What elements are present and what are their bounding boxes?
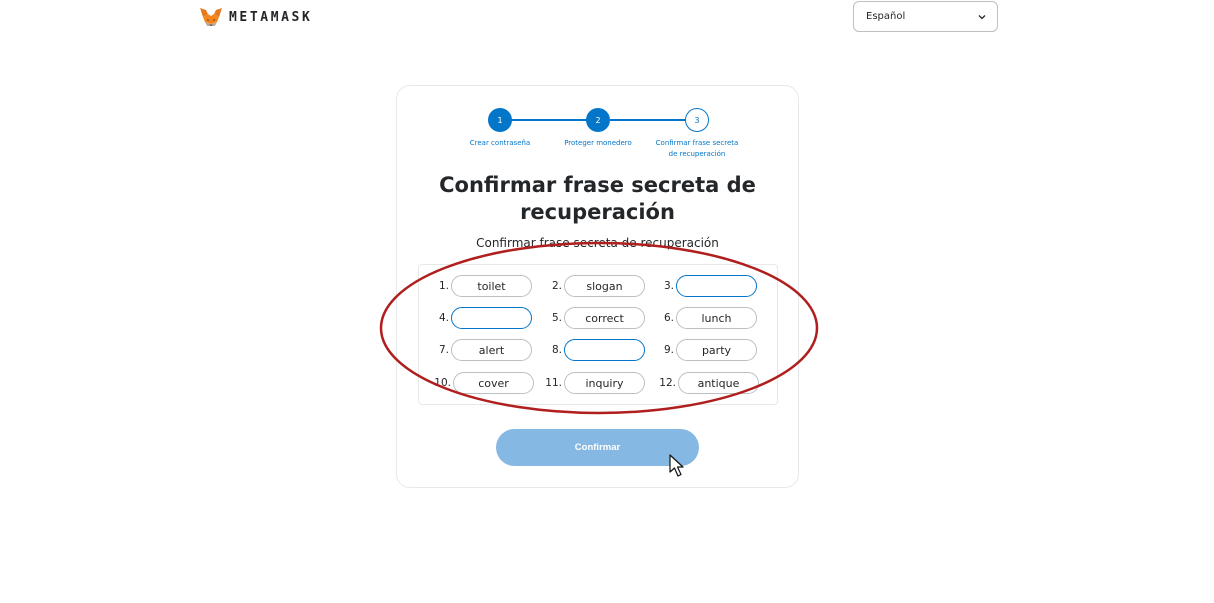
metamask-logo: METAMASK [199, 6, 312, 28]
word-chip: alert [451, 339, 532, 361]
word-input[interactable] [676, 275, 757, 297]
step-3-label: Confirmar frase secreta de recuperación [655, 139, 739, 158]
word-2: 2. slogan [544, 275, 645, 297]
word-chip: correct [564, 307, 645, 329]
word-chip: party [676, 339, 757, 361]
word-chip: antique [678, 372, 759, 394]
word-11: 11. inquiry [544, 372, 645, 394]
chevron-down-icon [978, 14, 986, 19]
word-3[interactable]: 3. [656, 275, 757, 297]
word-chip: inquiry [564, 372, 645, 394]
word-7: 7. alert [431, 339, 532, 361]
word-12: 12. antique [658, 372, 759, 394]
onboarding-stepper: 1 2 3 Crear contraseña Proteger monedero… [397, 86, 798, 166]
word-10: 10. cover [433, 372, 534, 394]
word-chip: slogan [564, 275, 645, 297]
step-2-dot: 2 [586, 108, 610, 132]
brand-wordmark: METAMASK [229, 9, 313, 25]
step-2-label: Proteger monedero [564, 139, 632, 147]
word-chip: toilet [451, 275, 532, 297]
page-subtitle: Confirmar frase secreta de recuperación [476, 236, 719, 250]
word-input[interactable] [564, 339, 645, 361]
confirm-button[interactable]: Confirmar [496, 429, 699, 466]
word-chip: lunch [676, 307, 757, 329]
word-chip: cover [453, 372, 534, 394]
step-1-label: Crear contraseña [469, 139, 531, 147]
word-input[interactable] [451, 307, 532, 329]
language-select[interactable]: Español [853, 1, 998, 32]
word-5: 5. correct [544, 307, 645, 329]
word-1: 1. toilet [431, 275, 532, 297]
step-3-dot: 3 [685, 108, 709, 132]
step-connector-2 [610, 119, 685, 121]
step-connector-1 [511, 119, 587, 121]
secret-phrase-grid: 1. toilet 2. slogan 3. 4. 5. correct 6. … [418, 264, 778, 405]
word-9: 9. party [656, 339, 757, 361]
word-6: 6. lunch [656, 307, 757, 329]
word-4[interactable]: 4. [431, 307, 532, 329]
step-1-dot: 1 [488, 108, 512, 132]
language-selected-value: Español [866, 11, 906, 22]
page-title: Confirmar frase secreta de recuperación [439, 173, 756, 224]
word-8[interactable]: 8. [544, 339, 645, 361]
onboarding-card: 1 2 3 Crear contraseña Proteger monedero… [396, 85, 799, 488]
metamask-fox-icon [200, 8, 222, 26]
